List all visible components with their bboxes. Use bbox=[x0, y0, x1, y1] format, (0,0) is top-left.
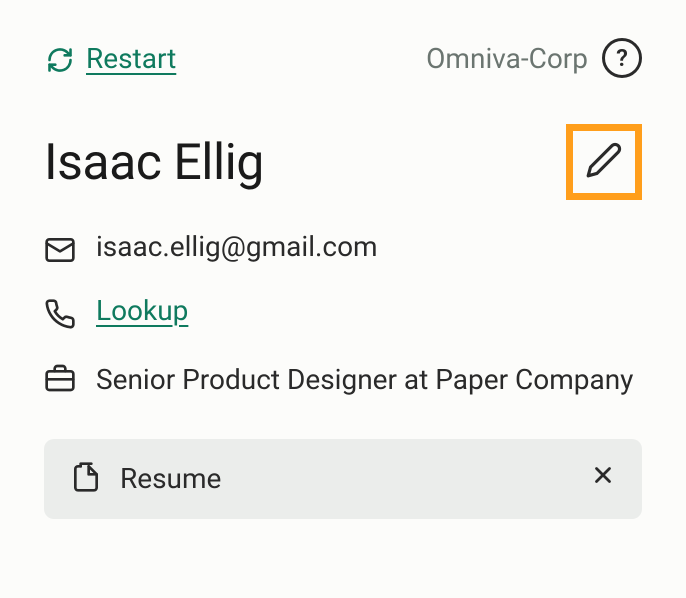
candidate-name: Isaac Ellig bbox=[44, 134, 264, 192]
phone-row: Lookup bbox=[44, 294, 642, 330]
refresh-icon bbox=[44, 44, 76, 76]
document-icon bbox=[70, 461, 102, 497]
phone-icon bbox=[44, 298, 76, 330]
phone-lookup-link[interactable]: Lookup bbox=[96, 294, 188, 327]
name-row: Isaac Ellig bbox=[44, 134, 642, 200]
email-row: isaac.ellig@gmail.com bbox=[44, 230, 642, 266]
header-right: Omniva-Corp ? bbox=[426, 38, 642, 78]
attachment-chip[interactable]: Resume bbox=[44, 439, 642, 519]
email-value: isaac.ellig@gmail.com bbox=[96, 230, 378, 263]
job-row: Senior Product Designer at Paper Company bbox=[44, 358, 642, 403]
edit-button[interactable] bbox=[566, 124, 642, 200]
job-title: Senior Product Designer at Paper Company bbox=[96, 358, 633, 403]
mail-icon bbox=[44, 234, 76, 266]
header: Restart Omniva-Corp ? bbox=[44, 38, 642, 78]
restart-label: Restart bbox=[86, 42, 176, 75]
help-icon[interactable]: ? bbox=[602, 38, 642, 78]
close-icon[interactable] bbox=[590, 461, 616, 496]
restart-link[interactable]: Restart bbox=[44, 40, 176, 76]
attachment-left: Resume bbox=[70, 461, 221, 497]
attachment-label: Resume bbox=[120, 462, 221, 495]
pencil-icon bbox=[585, 141, 623, 183]
org-name: Omniva-Corp bbox=[426, 42, 588, 75]
briefcase-icon bbox=[44, 362, 76, 394]
